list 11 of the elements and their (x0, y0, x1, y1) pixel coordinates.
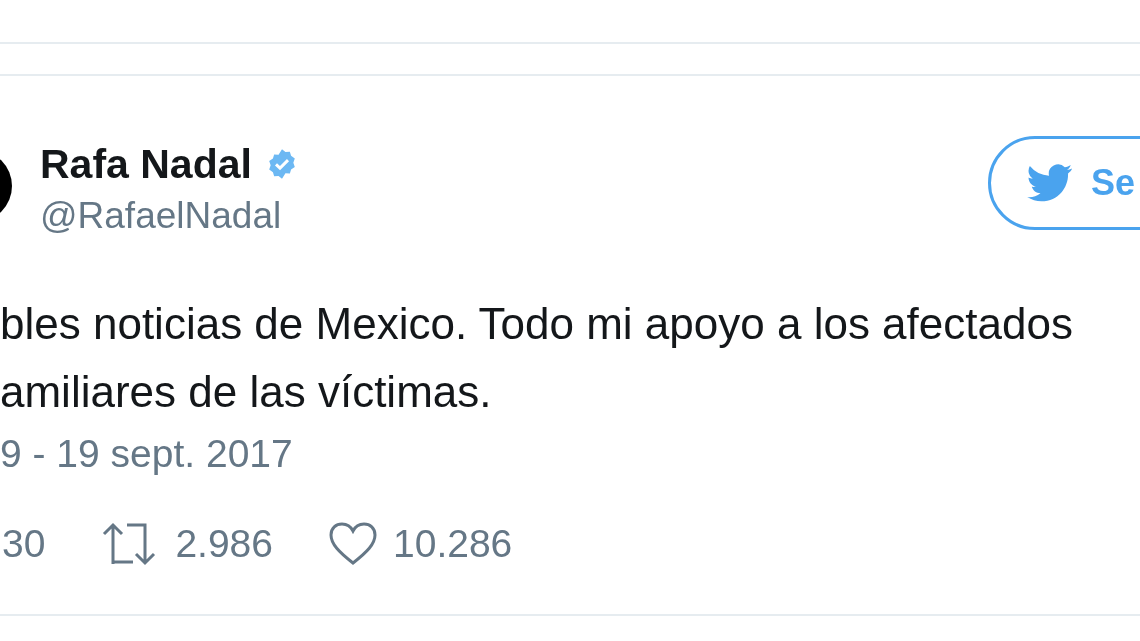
tweet-text-line: bles noticias de Mexico. Todo mi apoyo a los afectados (0, 298, 1074, 350)
author-handle: @RafaelNadal (40, 196, 283, 236)
author-name: Rafa Nadal (40, 140, 252, 189)
tweet-text-line: amiliares de las víctimas. (0, 366, 493, 418)
action-count: 2.986 (175, 522, 273, 566)
tweet-timestamp: 9 - 19 sept. 2017 (0, 432, 294, 476)
follow-button[interactable]: Se (988, 136, 1140, 230)
heart-icon[interactable] (329, 522, 377, 566)
action-count: 30 (2, 522, 46, 566)
bird-icon (1027, 164, 1073, 202)
action-count: 10.286 (393, 522, 513, 566)
